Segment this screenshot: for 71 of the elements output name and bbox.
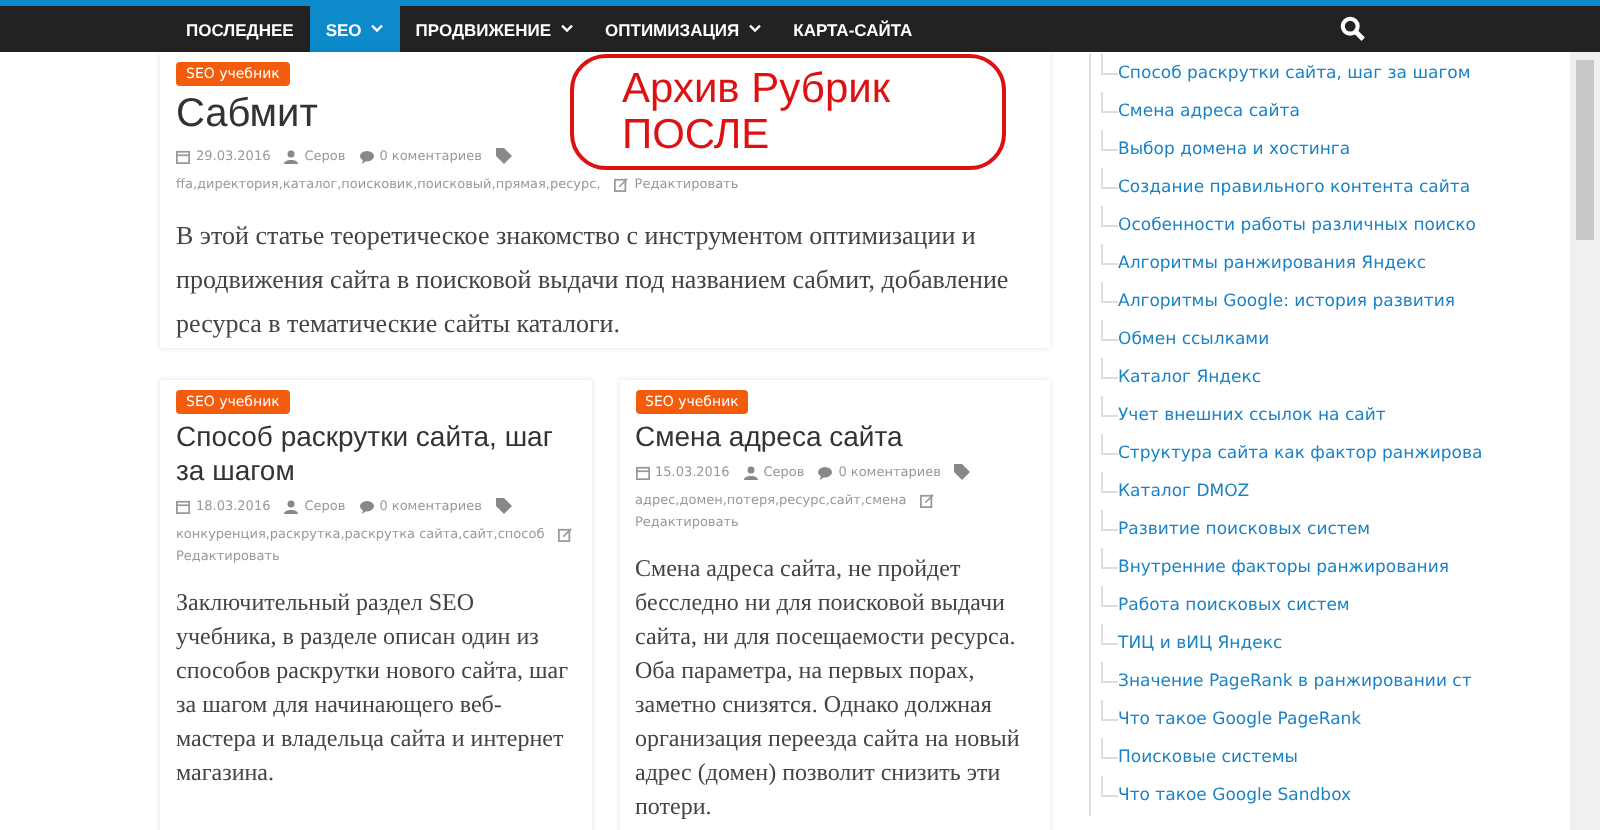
speech-bubble-icon <box>359 499 374 513</box>
tree-connector-icon <box>1086 53 1118 93</box>
speech-bubble-icon <box>818 465 833 479</box>
tree-connector-icon <box>1086 623 1118 663</box>
tree-connector-icon <box>1086 433 1118 473</box>
sidebar-link[interactable]: Значение PageRank в ранжировании ст <box>1118 671 1472 691</box>
tree-connector-icon <box>1086 205 1118 245</box>
person-icon <box>284 499 299 513</box>
sidebar-link[interactable]: Выбор домена и хостинга <box>1118 139 1351 159</box>
scrollbar[interactable] <box>1570 52 1600 830</box>
edit-icon <box>558 527 573 541</box>
sidebar-link[interactable]: Алгоритмы Google: история развития <box>1118 291 1455 311</box>
tree-connector-icon <box>1086 395 1118 435</box>
sidebar-link[interactable]: Внутренние факторы ранжирования <box>1118 557 1449 577</box>
sidebar-link[interactable]: Что такое Google Sandbox <box>1118 785 1352 805</box>
sidebar-link[interactable]: Создание правильного контента сайта <box>1118 177 1471 197</box>
nav-item[interactable]: ПРОДВИЖЕНИЕ <box>399 6 590 52</box>
sidebar-link[interactable]: Что такое Google PageRank <box>1118 709 1362 729</box>
tag-icon <box>495 148 512 164</box>
edit-icon <box>614 177 629 191</box>
tag-icon <box>954 464 971 480</box>
post-title[interactable]: Смена адреса сайта <box>635 420 903 454</box>
sidebar-link[interactable]: Структура сайта как фактор ранжирова <box>1118 443 1483 463</box>
tree-connector-icon <box>1086 547 1118 587</box>
sidebar-link[interactable]: Учет внешних ссылок на сайт <box>1118 405 1386 425</box>
nav-item[interactable]: SEO <box>309 6 400 52</box>
tree-connector-icon <box>1086 243 1118 283</box>
person-icon <box>284 149 299 163</box>
edit-icon <box>920 493 935 507</box>
sidebar-link[interactable]: ТИЦ и вИЦ Яндекс <box>1118 633 1283 653</box>
tree-connector-icon <box>1086 357 1118 397</box>
tree-connector-icon <box>1086 129 1118 169</box>
tree-connector-icon <box>1086 91 1118 131</box>
nav-item[interactable]: ПОСЛЕДНЕЕ <box>170 6 310 52</box>
post-title[interactable]: Способ раскрутки сайта, шаг за шагом <box>176 420 575 488</box>
calendar-icon <box>176 499 190 513</box>
calendar-icon <box>176 149 190 163</box>
person-icon <box>743 465 758 479</box>
annotation-text: Архив Рубрик <box>622 66 893 112</box>
tree-connector-icon <box>1086 775 1118 815</box>
sidebar-link[interactable]: Способ раскрутки сайта, шаг за шагом <box>1118 63 1471 83</box>
post-title[interactable]: Сабмит <box>176 92 318 138</box>
tree-connector-icon <box>1086 319 1118 359</box>
speech-bubble-icon <box>359 149 374 163</box>
sidebar-link[interactable]: Поисковые системы <box>1118 747 1298 767</box>
tag-icon <box>495 498 512 514</box>
sidebar-link[interactable]: Особенности работы различных поиско <box>1118 215 1477 235</box>
tree-connector-icon <box>1086 281 1118 321</box>
post-excerpt: В этой статье теоретическое знакомство с инструментом оптимизации и продвижения сайта в поисковой выдачи под названием сабмит, добавление ресурса в тематические сайты каталоги. <box>176 218 1011 342</box>
sidebar-link[interactable]: Работа поисковых систем <box>1118 595 1350 615</box>
tree-connector-icon <box>1086 737 1118 777</box>
sidebar-link[interactable]: Каталог DMOZ <box>1118 481 1250 501</box>
sidebar-link[interactable]: Смена адреса сайта <box>1118 101 1300 121</box>
annotation-text: ПОСЛЕ <box>622 112 772 158</box>
calendar-icon <box>635 465 649 479</box>
tree-connector-icon <box>1086 471 1118 511</box>
tree-connector-icon <box>1086 699 1118 739</box>
post-excerpt: Заключительный раздел SEO учебника, в разделе описан один из способов раскрутки нового сайта, шаг за шагом для начинающего веб-мастера и владельца сайта и интернет магазина. <box>176 586 571 790</box>
post-excerpt: Смена адреса сайта, не пройдет бесследно ни для поисковой выдачи сайта, ни для посещаемости ресурса. Оба параметра, на первых порах, заметно снизятся. Однако должная организация переезда сайта на новый адрес (домен) позволит снизить эти потери. <box>635 552 1022 824</box>
sidebar-link[interactable]: Алгоритмы ранжирования Яндекс <box>1118 253 1427 273</box>
sidebar-link[interactable]: Каталог Яндекс <box>1118 367 1262 387</box>
tree-connector-icon <box>1086 509 1118 549</box>
tree-connector-icon <box>1086 167 1118 207</box>
nav-item[interactable]: КАРТА-САЙТА <box>777 6 929 52</box>
sidebar-link[interactable]: Обмен ссылками <box>1118 329 1270 349</box>
scrollbar-thumb[interactable] <box>1576 60 1594 240</box>
sidebar-link[interactable]: Развитие поисковых систем <box>1118 519 1371 539</box>
tree-connector-icon <box>1086 585 1118 625</box>
tree-connector-icon <box>1086 661 1118 701</box>
nav-item[interactable]: ОПТИМИЗАЦИЯ <box>589 6 778 52</box>
search-icon[interactable] <box>1340 16 1366 42</box>
